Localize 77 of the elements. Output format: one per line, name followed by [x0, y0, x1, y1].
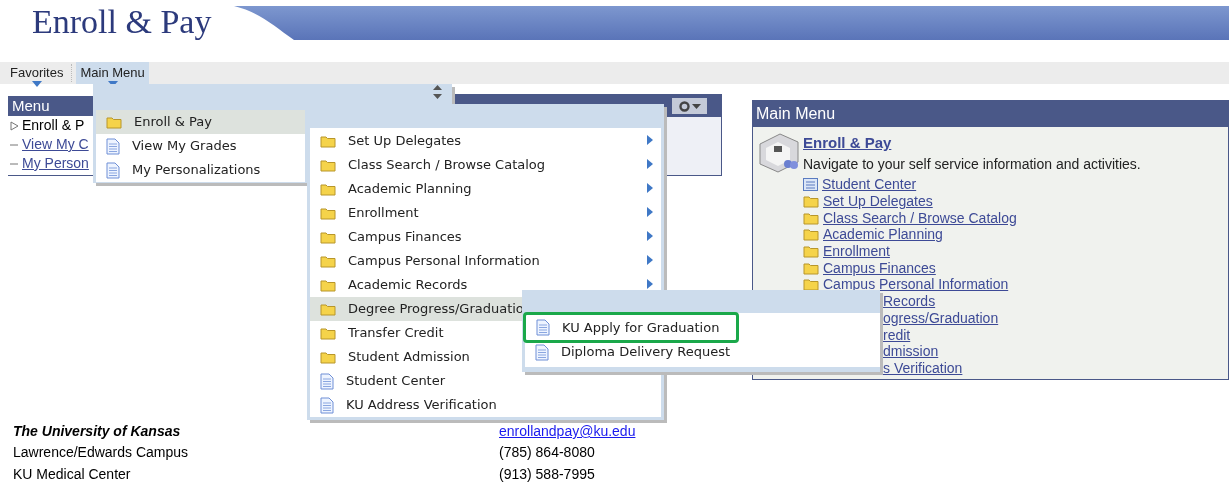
folder-icon — [803, 210, 819, 225]
folder-icon — [803, 277, 819, 292]
folder-icon — [803, 194, 819, 209]
description-text: Navigate to your self service information and activities. — [803, 155, 1141, 173]
submenu-arrow-icon — [647, 207, 653, 217]
folder-icon — [320, 302, 336, 316]
submenu-item[interactable]: Academic Records — [310, 273, 661, 297]
folder-icon — [320, 254, 336, 268]
folder-icon — [320, 134, 336, 148]
folder-icon — [320, 158, 336, 172]
menu-link[interactable]: Set Up Delegates — [823, 193, 933, 210]
nav-menu-item[interactable]: Main Menu — [76, 62, 149, 84]
menu-link[interactable]: Academic Planning — [823, 226, 943, 243]
email-link[interactable]: enrollandpay@ku.edu — [499, 421, 636, 442]
folder-icon — [803, 227, 819, 242]
document-icon — [106, 137, 120, 155]
submenu-item[interactable]: Campus Personal Information — [310, 249, 661, 273]
folder-icon — [320, 350, 336, 364]
menu-link[interactable]: Student Center — [822, 176, 917, 193]
campus-name: KU Medical Center — [13, 464, 132, 483]
menu-link[interactable]: ogress/Graduation — [883, 309, 999, 326]
folder-icon — [320, 230, 336, 244]
campus-name: Lawrence/Edwards Campus — [13, 442, 190, 462]
menu-link[interactable]: Records — [883, 293, 936, 310]
caret-icon — [691, 103, 701, 109]
submenu-arrow-icon — [647, 159, 653, 169]
submenu-item[interactable]: Academic Planning — [310, 177, 661, 201]
document-icon — [320, 396, 334, 414]
folder-icon — [320, 326, 336, 340]
submenu-item[interactable]: Class Search / Browse Catalog — [310, 153, 661, 177]
submenu-item[interactable]: Campus Finances — [310, 225, 661, 249]
document-icon — [320, 372, 334, 390]
phone-number: (913) 588-7995 — [499, 464, 595, 483]
submenu-arrow-icon — [647, 279, 653, 289]
document-icon — [536, 319, 550, 336]
submenu-item[interactable]: KU Address Verification — [310, 393, 661, 417]
folder-icon — [320, 278, 336, 292]
dropdown-item[interactable]: My Personalizations — [96, 158, 305, 182]
submenu-item[interactable]: Diploma Delivery Request — [525, 340, 880, 364]
heading-link[interactable]: Enroll & Pay — [803, 133, 1141, 153]
list-window-icon — [803, 177, 818, 191]
menu-link[interactable]: dmission — [883, 343, 939, 360]
submenu-arrow-icon — [647, 135, 653, 145]
expand-triangle-icon — [10, 120, 19, 131]
submenu-item[interactable]: Set Up Delegates — [310, 129, 661, 153]
menu-link[interactable]: Campus Finances — [823, 259, 936, 276]
submenu-arrow-icon — [647, 183, 653, 193]
folder-icon — [320, 206, 336, 220]
pagelet-header: Main Menu — [753, 101, 1228, 127]
cubicle-drawing — [758, 132, 800, 174]
menu-link[interactable]: redit — [883, 326, 911, 343]
nav-menu-item[interactable]: Favorites — [6, 62, 68, 84]
menu-link[interactable]: My Person — [22, 153, 89, 174]
university-name: The University of Kansas — [13, 422, 182, 441]
menu-link[interactable]: Campus Personal Information — [823, 276, 1009, 293]
sort-icon — [433, 85, 442, 99]
submenu-arrow-icon — [647, 255, 653, 265]
menu-link[interactable]: Enrollment — [823, 243, 890, 260]
folder-icon — [803, 260, 819, 275]
settings-button[interactable] — [672, 98, 707, 114]
page-title: Enroll & Pay — [32, 2, 212, 42]
document-icon — [535, 343, 549, 361]
settings-icon — [678, 100, 690, 112]
document-icon — [106, 161, 120, 179]
caret-icon — [31, 81, 42, 87]
submenu-item[interactable]: Student Center — [310, 369, 661, 393]
menu-link[interactable]: s Verification — [883, 359, 963, 376]
submenu-arrow-icon — [647, 231, 653, 241]
menu-link[interactable]: Class Search / Browse Catalog — [823, 209, 1017, 226]
folder-icon — [803, 244, 819, 259]
menu-folder[interactable]: Enroll & P — [22, 115, 85, 136]
phone-number: (785) 864-8080 — [499, 442, 595, 462]
menu-link[interactable]: View My C — [22, 134, 89, 155]
dropdown-item[interactable]: View My Grades — [96, 134, 305, 158]
dropdown-item[interactable]: Enroll & Pay — [96, 110, 305, 134]
submenu-item[interactable]: Enrollment — [310, 201, 661, 225]
submenu-item[interactable]: KU Apply for Graduation — [523, 312, 739, 343]
